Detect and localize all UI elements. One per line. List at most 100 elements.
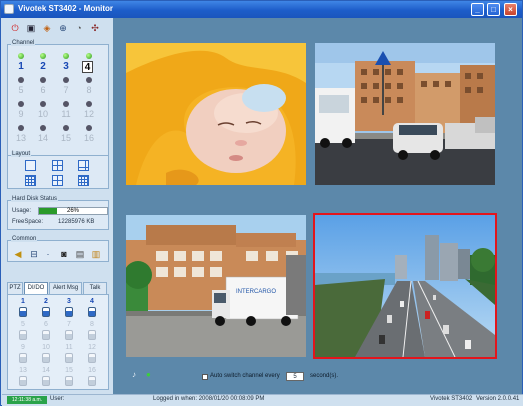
title-bar[interactable]: Vivotek ST3402 - Monitor _ □ × [1, 1, 522, 18]
hdd-title: Hard Disk Status [11, 196, 59, 202]
dio-switch-icon-16[interactable] [88, 376, 96, 386]
power-icon[interactable]: ⏻ [10, 23, 20, 33]
speaker-small-icon[interactable]: ♪ [132, 370, 136, 379]
dio-switch-icon-5[interactable] [19, 330, 27, 340]
dio-switch-icon-11[interactable] [65, 353, 73, 363]
channel-led-13 [18, 125, 24, 131]
maximize-button[interactable]: □ [487, 3, 500, 16]
camera-view-2[interactable] [315, 43, 495, 185]
dio-switch-icon-3[interactable] [65, 307, 73, 317]
channel-button-3[interactable]: 3 [59, 61, 73, 72]
camera-view-4[interactable] [313, 213, 497, 359]
dio-number-15: 15 [65, 367, 73, 374]
video-area: INTERCARGO ♪ ● [113, 18, 522, 394]
channel-button-1[interactable]: 1 [14, 61, 28, 72]
layout-title: Layout [11, 151, 32, 157]
channel-led-7 [63, 77, 69, 83]
channel-led-4 [86, 53, 92, 59]
channel-led-1 [18, 53, 24, 59]
dio-number-12: 12 [88, 344, 96, 351]
channel-group: Channel 1 2 3 4 5 6 7 8 9 10 11 12 13 14 15 16 [7, 40, 109, 164]
tab-alert-msg[interactable]: Alert Msg [49, 282, 82, 294]
usage-progress: 26% [38, 207, 108, 215]
speaker-icon[interactable]: ◀ [13, 249, 23, 259]
channel-button-6[interactable]: 6 [36, 85, 50, 95]
clock-icon[interactable]: ◔ [74, 23, 84, 33]
dio-number-14: 14 [42, 367, 50, 374]
mic-small-icon[interactable]: ● [146, 370, 151, 379]
dio-switch-icon-12[interactable] [88, 353, 96, 363]
close-button[interactable]: × [504, 3, 517, 16]
dio-number-8: 8 [90, 321, 94, 328]
dio-number-1: 1 [21, 298, 25, 305]
channel-button-4[interactable]: 4 [82, 61, 93, 73]
volume-down-icon[interactable]: ⊟ [29, 249, 39, 259]
auto-switch-seconds-input[interactable]: 5 [286, 372, 304, 381]
channel-button-11[interactable]: 11 [59, 109, 73, 119]
channel-button-5[interactable]: 5 [14, 85, 28, 95]
globe-icon[interactable]: ⊕ [58, 23, 68, 33]
monitor-icon[interactable]: ▣ [26, 23, 36, 33]
channel-button-15[interactable]: 15 [59, 133, 73, 143]
channel-led-9 [18, 101, 24, 107]
channel-button-16[interactable]: 16 [82, 133, 96, 143]
channel-button-13[interactable]: 13 [14, 133, 28, 143]
tools-icon[interactable]: ✣ [90, 23, 100, 33]
tab-ptz[interactable]: PTZ [7, 282, 23, 294]
dio-switch-icon-6[interactable] [42, 330, 50, 340]
tab-talk[interactable]: Talk [83, 282, 107, 294]
dio-group: 1 2 3 4 5 6 7 8 9 10 11 12 13 14 15 16 [7, 294, 109, 390]
record-icon[interactable]: ▥ [91, 249, 101, 259]
channel-button-14[interactable]: 14 [36, 133, 50, 143]
volume-up-icon[interactable]: · [43, 249, 53, 259]
common-title: Common [11, 236, 38, 242]
dio-number-4: 4 [90, 298, 94, 305]
channel-led-2 [40, 53, 46, 59]
minimize-button[interactable]: _ [471, 3, 484, 16]
dio-switch-icon-13[interactable] [19, 376, 27, 386]
user-label: User: [50, 396, 65, 402]
window-title: Vivotek ST3402 - Monitor [18, 4, 113, 13]
layout-single-icon[interactable] [25, 160, 36, 171]
dio-switch-icon-2[interactable] [42, 307, 50, 317]
svg-text:INTERCARGO: INTERCARGO [236, 289, 276, 295]
channel-button-2[interactable]: 2 [36, 61, 50, 72]
layout-six-icon[interactable] [78, 160, 89, 171]
camera-view-3[interactable]: INTERCARGO [126, 215, 306, 357]
layout-nine-icon[interactable] [25, 175, 36, 186]
layout-group: Layout [7, 151, 109, 189]
layout-quad-icon[interactable] [52, 160, 63, 171]
palette-icon[interactable]: ◈ [42, 23, 52, 33]
dio-switch-icon-15[interactable] [65, 376, 73, 386]
dio-switch-icon-1[interactable] [19, 307, 27, 317]
tab-di-do[interactable]: DI/DO [24, 282, 48, 294]
channel-button-7[interactable]: 7 [59, 85, 73, 95]
channel-led-10 [40, 101, 46, 107]
channel-button-10[interactable]: 10 [36, 109, 50, 119]
dio-switch-icon-8[interactable] [88, 330, 96, 340]
channel-button-8[interactable]: 8 [82, 85, 96, 95]
dio-switch-icon-7[interactable] [65, 330, 73, 340]
usage-percent: 26% [66, 208, 79, 214]
auto-switch-checkbox[interactable] [202, 374, 208, 380]
hdd-group: Hard Disk Status Usage: 26% FreeSpace: 1… [7, 196, 109, 230]
layout-split-icon[interactable] [52, 175, 63, 186]
dio-number-3: 3 [67, 298, 71, 305]
monitor-window: Vivotek ST3402 - Monitor _ □ × ⏻ ▣ ◈ ⊕ ◔… [0, 0, 523, 406]
dio-switch-icon-14[interactable] [42, 376, 50, 386]
layout-sixteen-icon[interactable] [78, 175, 89, 186]
channel-button-12[interactable]: 12 [82, 109, 96, 119]
login-time: Logged in when: 2008/01/20 00:08:09 PM [153, 396, 265, 402]
camera-view-1[interactable] [126, 43, 306, 185]
channel-led-12 [86, 101, 92, 107]
snapshot-icon[interactable]: ◙ [59, 249, 69, 259]
usage-label: Usage: [12, 208, 32, 214]
dio-switch-icon-4[interactable] [88, 307, 96, 317]
auto-switch-label: Auto switch channel every [210, 373, 280, 379]
dio-switch-icon-10[interactable] [42, 353, 50, 363]
channel-led-16 [86, 125, 92, 131]
dio-number-6: 6 [44, 321, 48, 328]
channel-button-9[interactable]: 9 [14, 109, 28, 119]
print-icon[interactable]: ▤ [75, 249, 85, 259]
dio-switch-icon-9[interactable] [19, 353, 27, 363]
